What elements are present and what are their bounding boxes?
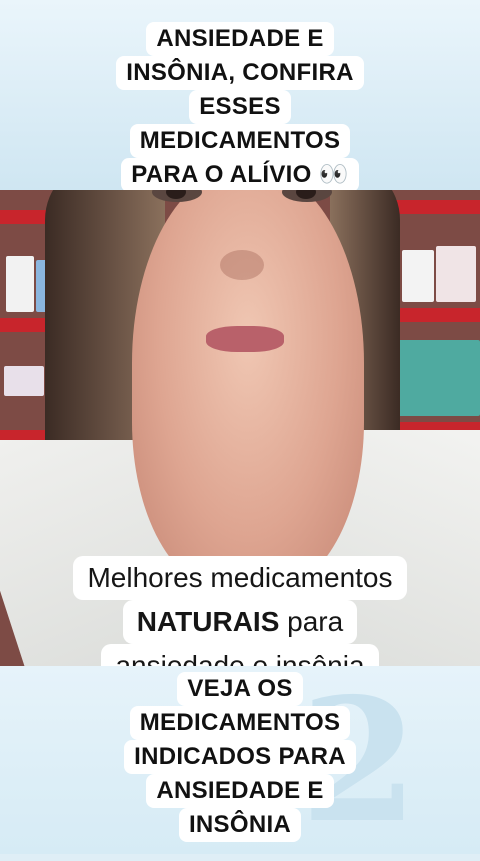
top-caption: ANSIEDADE E INSÔNIA, CONFIRA ESSES MEDIC… xyxy=(0,22,480,192)
top-caption-line: INSÔNIA, CONFIRA xyxy=(116,56,364,90)
bottom-caption-line: MEDICAMENTOS xyxy=(129,706,351,740)
presenter-face xyxy=(132,190,364,590)
video-frame[interactable]: Melhores medicamentos NATURAIS para ansi… xyxy=(0,190,480,666)
video-caption-line-2: NATURAIS para xyxy=(122,600,358,644)
top-caption-line: PARA O ALÍVIO 👀 xyxy=(121,158,359,192)
video-caption-line-1: Melhores medicamentos xyxy=(73,556,407,600)
video-caption-bold-word: NATURAIS xyxy=(136,606,280,637)
bottom-caption-line: VEJA OS xyxy=(177,672,303,706)
top-caption-line: ANSIEDADE E xyxy=(146,22,334,56)
bottom-caption-line: INSÔNIA xyxy=(178,808,302,842)
bottom-caption-line: ANSIEDADE E xyxy=(146,774,334,808)
top-caption-line: ESSES xyxy=(189,90,291,124)
video-caption-line-2-rest: para xyxy=(279,606,344,637)
nose xyxy=(220,250,264,280)
bottom-caption: VEJA OS MEDICAMENTOS INDICADOS PARA ANSI… xyxy=(0,672,480,842)
lips xyxy=(206,326,284,352)
top-caption-line: MEDICAMENTOS xyxy=(129,124,351,158)
video-caption: Melhores medicamentos NATURAIS para ansi… xyxy=(0,556,480,666)
bottom-caption-line: INDICADOS PARA xyxy=(124,740,356,774)
